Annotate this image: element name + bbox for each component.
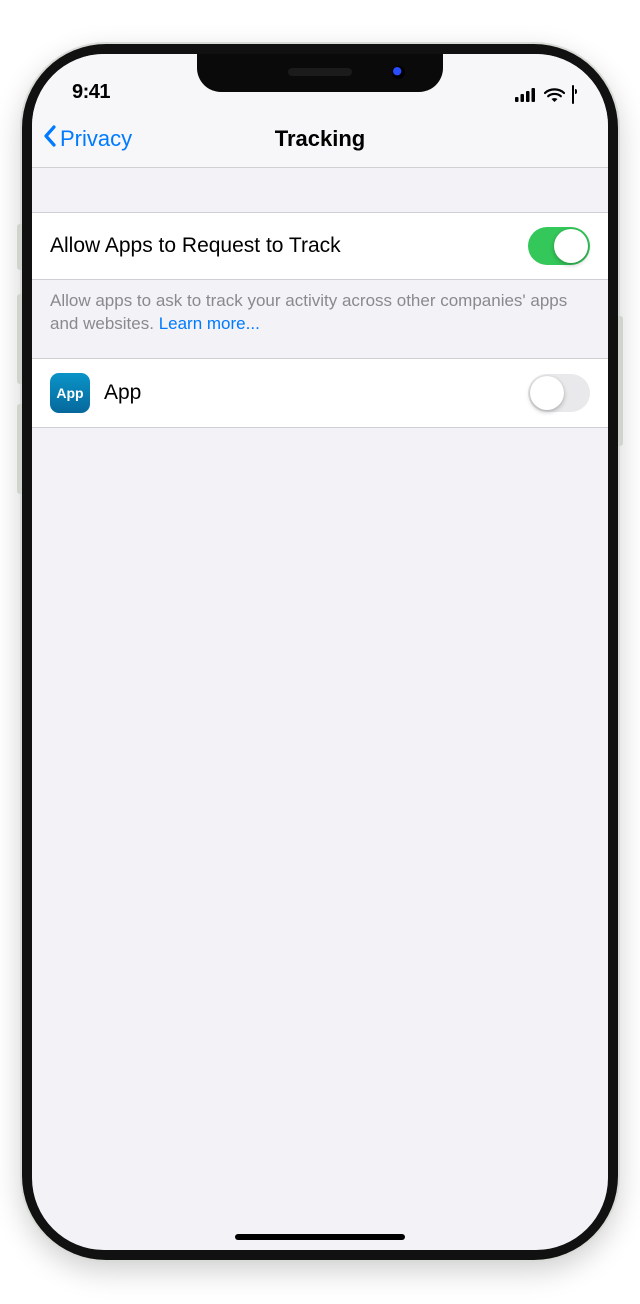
- status-indicators: [515, 86, 574, 104]
- back-button[interactable]: Privacy: [42, 124, 132, 154]
- battery-icon: [572, 86, 574, 104]
- app-name-label: App: [104, 381, 528, 405]
- cellular-icon: [515, 88, 537, 102]
- allow-request-toggle[interactable]: [528, 227, 590, 265]
- notch: [197, 54, 443, 92]
- chevron-left-icon: [42, 124, 58, 154]
- section-spacer: [32, 168, 608, 212]
- front-camera: [392, 66, 405, 79]
- app-icon: App: [50, 373, 90, 413]
- nav-bar: Privacy Tracking: [32, 110, 608, 168]
- wifi-icon: [544, 88, 565, 103]
- phone-frame: 9:41: [22, 44, 618, 1260]
- section-footer: Allow apps to ask to track your activity…: [32, 280, 608, 358]
- status-time: 9:41: [72, 81, 110, 104]
- screen: 9:41: [32, 54, 608, 1250]
- app-tracking-toggle[interactable]: [528, 374, 590, 412]
- allow-request-row: Allow Apps to Request to Track: [32, 212, 608, 280]
- speaker-grille: [288, 68, 352, 76]
- footer-description: Allow apps to ask to track your activity…: [50, 291, 567, 333]
- learn-more-link[interactable]: Learn more...: [159, 314, 260, 333]
- allow-request-label: Allow Apps to Request to Track: [50, 234, 528, 258]
- apps-list: App App: [32, 358, 608, 428]
- home-indicator[interactable]: [235, 1234, 405, 1240]
- back-label: Privacy: [60, 126, 132, 152]
- toggle-knob: [554, 229, 588, 263]
- page-title: Tracking: [275, 126, 365, 152]
- app-row: App App: [32, 358, 608, 428]
- toggle-knob: [530, 376, 564, 410]
- power-button: [618, 316, 623, 446]
